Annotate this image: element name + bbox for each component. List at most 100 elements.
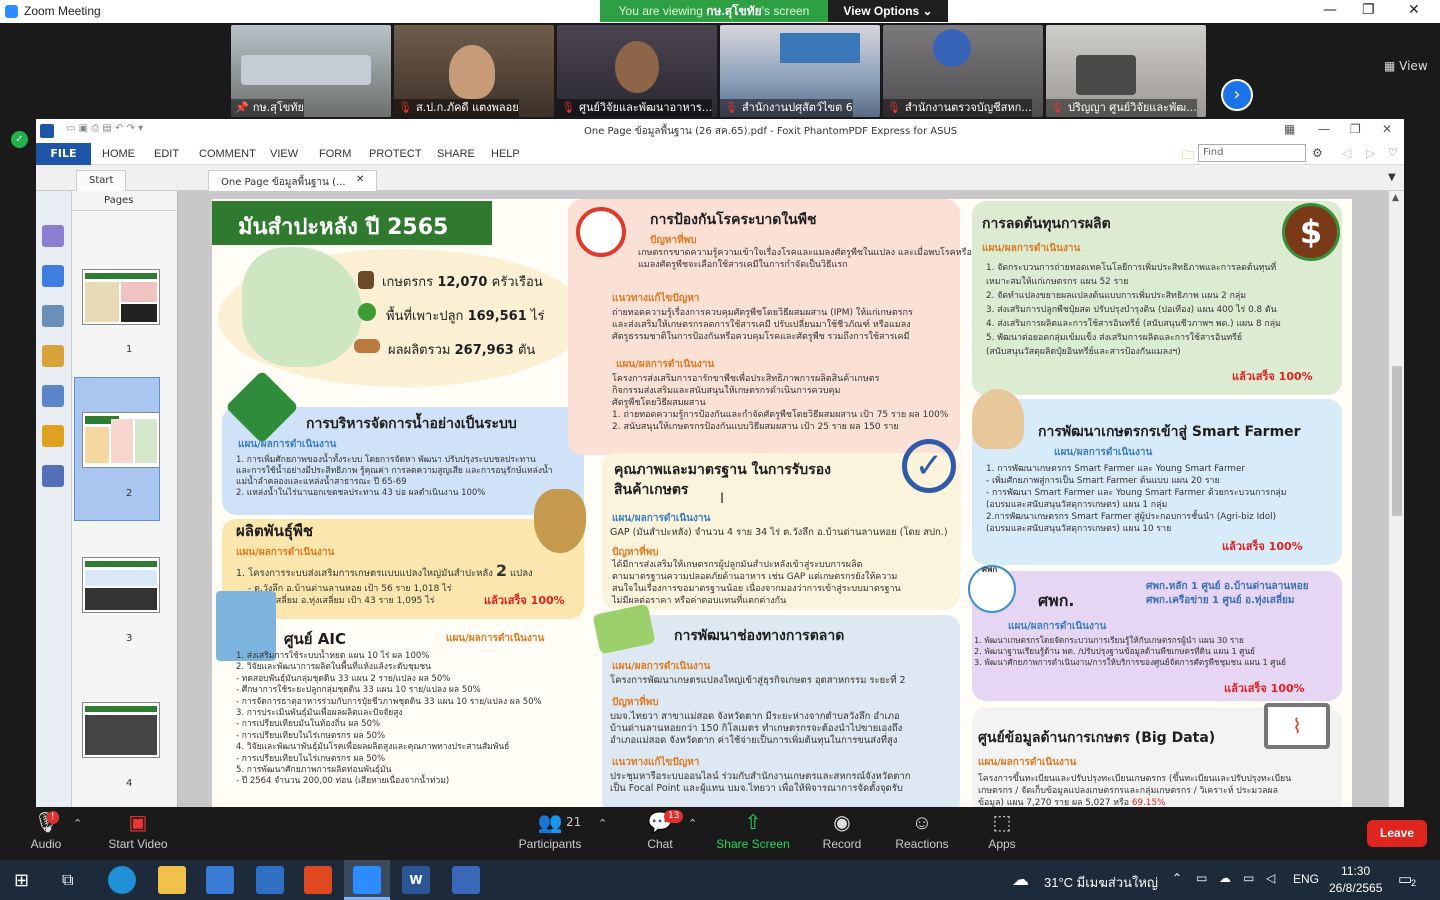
participants-chevron-icon[interactable]: ⌃ <box>598 817 607 830</box>
quick-toolbar-icon[interactable]: ▭ ▣ ⎙ ▤ ↶ ↷ ▾ <box>66 123 143 134</box>
participant-tile[interactable]: 🎙 ปริญญา ศูนย์วิจัยและพัฒ... <box>1046 25 1206 117</box>
tab-start[interactable]: Start <box>76 170 127 191</box>
participant-tile[interactable]: 🎙 ศูนย์วิจัยและพัฒนาอาหาร... <box>557 25 717 117</box>
chat-chevron-icon[interactable]: ⌃ <box>688 817 697 830</box>
audio-options-chevron-icon[interactable]: ⌃ <box>73 817 82 830</box>
menu-help[interactable]: HELP <box>491 148 520 160</box>
tab-list-icon[interactable]: ▼ <box>1388 172 1396 183</box>
file-menu-button[interactable]: FILE <box>36 143 91 165</box>
windows-start-icon[interactable]: ⊞ <box>14 870 29 891</box>
app-minimize-button[interactable]: — <box>1318 122 1330 136</box>
weather-text[interactable]: 31°C มีเมฆส่วนใหญ่ <box>1044 872 1158 893</box>
sapk-logo-text: ศพก <box>982 565 998 574</box>
signature-icon[interactable] <box>42 465 64 487</box>
onedrive-icon[interactable]: ☁ <box>1219 871 1231 885</box>
sapk-body: 1. พัฒนาเกษตรกรโดยจัดกระบวนการเรียนรู้ให… <box>974 635 1286 667</box>
chat-button[interactable]: 💬 Chat <box>620 807 700 860</box>
menu-home[interactable]: HOME <box>102 148 135 160</box>
participant-tile[interactable]: 🎙 สำนักงานปศุสัตว์ไขต 6 <box>720 25 880 117</box>
menu-share[interactable]: SHARE <box>437 148 475 160</box>
maximize-button[interactable]: ❐ <box>1362 2 1375 18</box>
pest-body1: เกษตรกรขาดความรู้ความเข้าใจเรื่องโรคและแ… <box>638 248 972 270</box>
prev-arrow-icon[interactable]: ◁ <box>1342 146 1351 160</box>
gallery-next-button[interactable]: › <box>1221 79 1253 111</box>
page-thumbnail[interactable] <box>82 702 160 758</box>
sapk-side1: ศพก.หลัก 1 ศูนย์ อ.บ้านด่านลานหอย <box>1146 581 1309 592</box>
apps-icon: ⬚ <box>992 812 1012 834</box>
view-options-button[interactable]: View Options ⌄ <box>828 0 948 22</box>
scrollbar-thumb[interactable] <box>1392 366 1402 516</box>
view-button[interactable]: ▦ View <box>1384 59 1428 73</box>
reactions-button[interactable]: ☺ Reactions <box>882 807 962 860</box>
record-button[interactable]: ◉ Record <box>802 807 882 860</box>
network-icon[interactable]: ▭ <box>1243 871 1254 885</box>
scroll-up-icon[interactable]: ▲ <box>1392 193 1399 203</box>
language-indicator[interactable]: ENG <box>1293 872 1319 886</box>
menu-view[interactable]: VIEW <box>270 148 298 160</box>
app-close-button[interactable]: ✕ <box>1382 122 1392 136</box>
mail-icon[interactable] <box>256 866 284 894</box>
tab-close-icon[interactable]: ✕ <box>356 174 364 185</box>
tab-document[interactable]: One Page ข้อมูลพื้นฐาน (... <box>208 170 377 191</box>
minimize-button[interactable]: — <box>1323 2 1337 18</box>
app-restore-button[interactable]: ❐ <box>1350 122 1361 136</box>
smiley-icon: ☺ <box>911 812 933 834</box>
page-thumbnail[interactable] <box>82 269 160 325</box>
participant-tile[interactable]: 📌 กษ.สุโขทัย <box>231 25 391 117</box>
task-view-icon[interactable]: ⧉ <box>62 870 73 890</box>
security-lock-icon[interactable] <box>42 425 64 447</box>
audio-button[interactable]: 🎙 Audio <box>6 807 86 860</box>
bigdata-body: โครงการขึ้นทะเบียนและปรับปรุงทะเบียนเกษต… <box>978 773 1291 807</box>
comments-icon[interactable] <box>42 345 64 367</box>
close-button[interactable]: ✕ <box>1408 2 1420 18</box>
settings-gear-icon[interactable]: ⚙ <box>1312 146 1323 160</box>
page-thumbnail-selected[interactable] <box>82 412 160 468</box>
text-cursor-icon: I <box>720 491 725 507</box>
volume-icon[interactable]: ◁ <box>1266 871 1275 885</box>
meet-now-icon[interactable]: ▭ <box>1196 871 1207 885</box>
office-icon[interactable] <box>304 866 332 894</box>
market-sub1: แผน/ผลการดำเนินงาน <box>612 661 711 672</box>
security-shield-icon[interactable]: ✓ <box>11 131 28 148</box>
pages-icon[interactable] <box>42 265 64 287</box>
start-video-button[interactable]: ▣ Start Video <box>98 807 178 860</box>
tray-chevron-icon[interactable]: ⌃ <box>1172 871 1182 885</box>
app-grid-icon[interactable]: ▦ <box>1284 122 1295 136</box>
share-screen-button[interactable]: ⇧ Share Screen <box>713 807 793 860</box>
ribbon-collapse-icon[interactable]: ♡ <box>1388 146 1398 159</box>
zoom-app-icon[interactable] <box>353 866 381 894</box>
page-number: 3 <box>126 633 133 644</box>
aic-body: 1. ส่งเสริมการใช้ระบบน้ำหยด แผน 10 ไร่ ผ… <box>236 651 542 787</box>
participant-tile[interactable]: 🎙 ส.ป.ก.ภัคดี แตงพลอย <box>394 25 554 117</box>
menu-comment[interactable]: COMMENT <box>199 148 256 160</box>
clock-date[interactable]: 26/8/2565 <box>1329 881 1382 895</box>
page-thumbnail[interactable] <box>82 557 160 613</box>
next-arrow-icon[interactable]: ▷ <box>1366 146 1375 160</box>
menu-edit[interactable]: EDIT <box>154 148 179 160</box>
stat-value: 169,561 <box>467 309 527 324</box>
clock-time[interactable]: 11:30 <box>1341 864 1370 878</box>
store-icon[interactable] <box>206 866 234 894</box>
document-viewport[interactable]: มันสำปะหลัง ปี 2565 เกษตรกร 12,070 ครัวเ… <box>178 191 1388 807</box>
folder-search-icon[interactable]: 🗀 <box>1182 146 1194 167</box>
notification-count: 2 <box>1411 878 1417 888</box>
bookmark-icon[interactable] <box>42 225 64 247</box>
find-input[interactable]: Find <box>1198 144 1306 162</box>
menu-form[interactable]: FORM <box>319 148 351 160</box>
page-number: 2 <box>126 488 133 499</box>
vertical-scrollbar[interactable]: ▲ <box>1388 191 1404 807</box>
layers-icon[interactable] <box>42 305 64 327</box>
attachment-icon[interactable] <box>42 385 64 407</box>
chat-unread-badge: 13 <box>664 810 684 823</box>
menu-protect[interactable]: PROTECT <box>369 148 422 160</box>
water-subtitle: แผน/ผลการดำเนินงาน <box>238 439 337 450</box>
participant-tile[interactable]: 🎙 สำนักงานตรวจบัญชีสหก... <box>883 25 1043 117</box>
word-icon[interactable]: W <box>402 866 430 894</box>
edge-browser-icon[interactable] <box>108 866 136 894</box>
seed-unit: แปลง <box>510 568 533 579</box>
file-explorer-icon[interactable] <box>158 866 186 894</box>
apps-button[interactable]: ⬚ Apps <box>962 807 1042 860</box>
save-disk-icon[interactable] <box>452 866 480 894</box>
apps-label: Apps <box>988 837 1016 851</box>
leave-button[interactable]: Leave <box>1367 820 1427 847</box>
